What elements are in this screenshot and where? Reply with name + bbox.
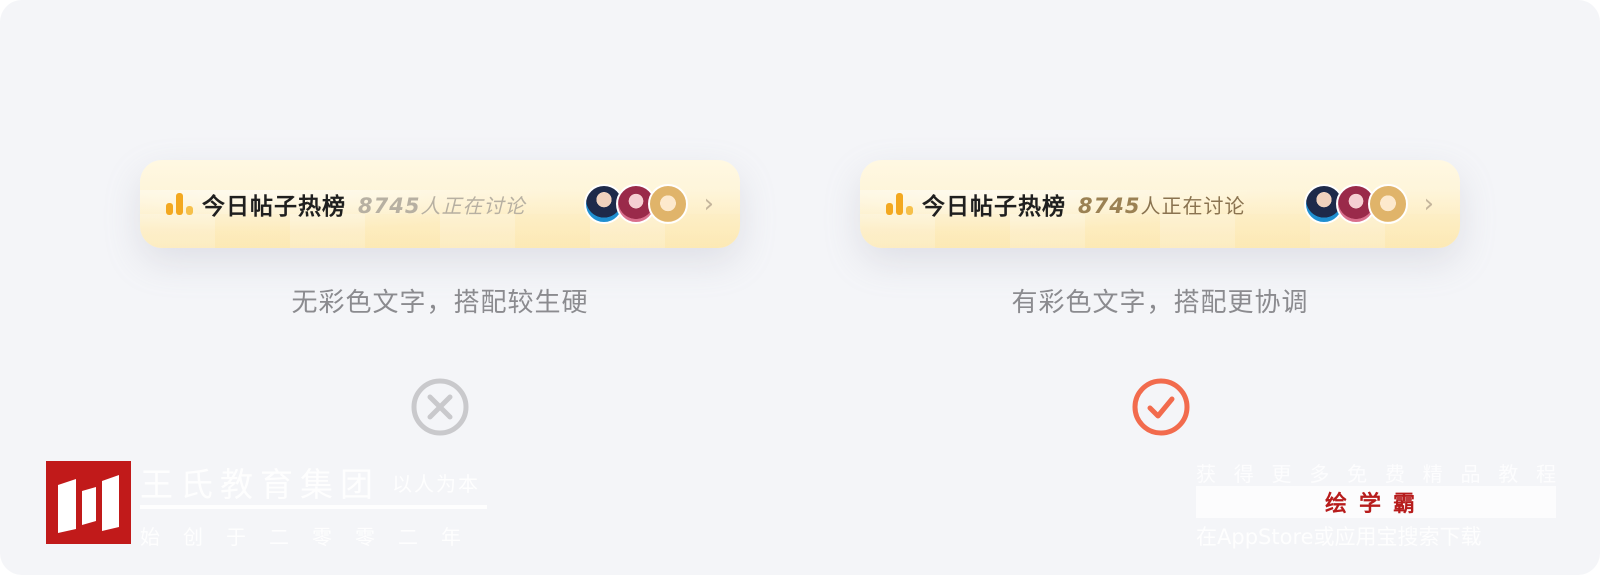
discussion-count-suffix: 人正在讨论	[420, 193, 526, 218]
discussion-count: 8745 人正在讨论	[1078, 190, 1245, 219]
banner-row: 今日帖子热榜 8745 人正在讨论 ›	[166, 160, 714, 248]
watermark-download-line: 在AppStore或应用宝搜索下载	[1196, 525, 1482, 549]
hot-list-banner-colored[interactable]: 今日帖子热榜 8745 人正在讨论 ›	[860, 160, 1460, 248]
banner-row: 今日帖子热榜 8745 人正在讨论 ›	[886, 160, 1434, 248]
watermark-divider	[140, 505, 487, 509]
discussion-count-suffix: 人正在讨论	[1140, 193, 1246, 218]
banner-title: 今日帖子热榜	[202, 194, 346, 220]
discussion-count-number: 8745	[358, 193, 421, 218]
avatar-stack[interactable]	[583, 184, 688, 224]
watermark-title: 王氏教育集团	[140, 465, 380, 504]
bar-chart-icon	[166, 193, 194, 215]
caption-colorless: 无彩色文字，搭配较生硬	[291, 288, 589, 318]
watermark-promo-line: 获得更多免费精品教程	[1196, 462, 1556, 486]
caption-colored: 有彩色文字，搭配更协调	[1011, 288, 1309, 318]
avatar	[1367, 184, 1408, 224]
check-circle-icon	[1132, 378, 1190, 436]
chevron-right-icon[interactable]: ›	[1424, 191, 1434, 217]
canvas: 今日帖子热榜 8745 人正在讨论 › 无彩色文字，搭配较生硬 今日帖子热榜 8…	[0, 0, 1600, 575]
wang-logo	[46, 461, 131, 544]
watermark-subtitle: 始创于二零零二年	[140, 525, 484, 549]
banner-title: 今日帖子热榜	[922, 194, 1066, 220]
cross-circle-icon	[411, 378, 469, 436]
hot-list-banner-colorless[interactable]: 今日帖子热榜 8745 人正在讨论 ›	[140, 160, 740, 248]
avatar-stack[interactable]	[1303, 184, 1408, 224]
watermark-tagline: 以人为本	[392, 472, 480, 496]
watermark-brand: 绘学霸	[1196, 486, 1556, 518]
bar-chart-icon	[886, 193, 914, 215]
discussion-count-number: 8745	[1078, 193, 1141, 218]
chevron-right-icon[interactable]: ›	[704, 191, 714, 217]
discussion-count: 8745 人正在讨论	[358, 190, 525, 219]
avatar	[647, 184, 688, 224]
